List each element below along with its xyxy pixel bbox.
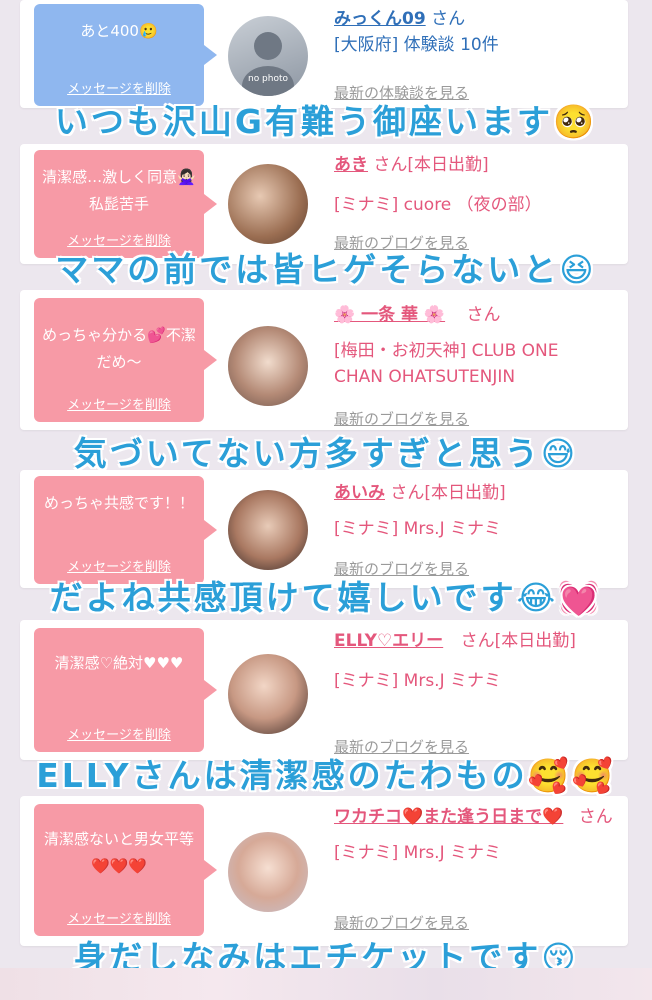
delete-message-link[interactable]: メッセージを削除 (34, 82, 204, 98)
delete-message-link[interactable]: メッセージを削除 (34, 728, 204, 744)
message-bubble: 清潔感ないと男女平等❤️❤️❤️ メッセージを削除 (34, 804, 217, 936)
shop-info: [ミナミ] Mrs.J ミナミ (334, 519, 502, 539)
profile-name-link[interactable]: 🌸 一条 華 🌸 (334, 305, 445, 325)
overlay-caption: だよね共感頂けて嬉しいです😂💓 (49, 578, 603, 617)
message-bubble: あと400🥲 メッセージを削除 (34, 4, 217, 106)
shop-info: [ミナミ] cuore （夜の部） (334, 195, 542, 215)
no-photo-label: no photo (247, 74, 289, 84)
letter-card: 清潔感ないと男女平等❤️❤️❤️ メッセージを削除 ワカチコ❤️また逢う日まで❤… (20, 796, 628, 946)
profile-name-link[interactable]: みっくん09 (334, 9, 426, 29)
profile-name-link[interactable]: あいみ (334, 483, 385, 503)
delete-message-link[interactable]: メッセージを削除 (34, 560, 204, 576)
message-text: めっちゃ分かる💕不潔だめ〜 (42, 326, 196, 371)
letter-card: 清潔感…激しく同意🙅🏻‍♀️私髭苦手 メッセージを削除 あき さん[本日出勤] … (20, 144, 628, 264)
message-bubble: めっちゃ分かる💕不潔だめ〜 メッセージを削除 (34, 298, 217, 422)
avatar[interactable]: no photo (228, 16, 308, 96)
message-text: 清潔感♡絶対♥♥♥ (54, 654, 184, 672)
shop-info-line2: CHAN OHATSUTENJIN (334, 367, 516, 387)
honorific: さん[本日出勤] (460, 631, 576, 651)
overlay-caption: いつも沢山G有難う御座います🥺 (54, 102, 598, 141)
overlay-caption: ママの前では皆ヒゲそらないと😆 (55, 250, 597, 289)
message-text: 清潔感ないと男女平等❤️❤️❤️ (43, 830, 194, 875)
latest-review-link[interactable]: 最新の体験談を見る (334, 82, 469, 103)
shop-info: [梅田・お初天神] CLUB ONE (334, 341, 559, 361)
message-bubble: 清潔感♡絶対♥♥♥ メッセージを削除 (34, 628, 217, 752)
message-text: めっちゃ共感です！！ (43, 494, 194, 512)
delete-message-link[interactable]: メッセージを削除 (34, 234, 204, 250)
shop-info: [ミナミ] Mrs.J ミナミ (334, 843, 502, 863)
honorific: さん (466, 305, 501, 325)
letter-card: めっちゃ共感です！！ メッセージを削除 あいみ さん[本日出勤] [ミナミ] M… (20, 470, 628, 588)
avatar[interactable] (228, 164, 308, 244)
profile-name-link[interactable]: ELLY♡エリー (334, 631, 443, 651)
delete-message-link[interactable]: メッセージを削除 (34, 398, 204, 414)
letter-card: あと400🥲 メッセージを削除 no photo みっくん09 さん [大阪府]… (20, 0, 628, 108)
profile-name-link[interactable]: あき (334, 155, 368, 175)
message-bubble: めっちゃ共感です！！ メッセージを削除 (34, 476, 217, 584)
overlay-caption: 気づいてない方多すぎと思う😅 (73, 434, 579, 473)
avatar[interactable] (228, 654, 308, 734)
avatar[interactable] (228, 326, 308, 406)
honorific: さん (578, 807, 613, 827)
avatar[interactable] (228, 832, 308, 912)
avatar[interactable] (228, 490, 308, 570)
honorific: さん (431, 9, 466, 29)
latest-blog-link[interactable]: 最新のブログを見る (334, 558, 469, 579)
user-silhouette-icon (242, 32, 294, 96)
latest-blog-link[interactable]: 最新のブログを見る (334, 912, 469, 933)
message-bubble: 清潔感…激しく同意🙅🏻‍♀️私髭苦手 メッセージを削除 (34, 150, 217, 258)
honorific: さん[本日出勤] (390, 483, 506, 503)
shop-info: [大阪府] 体験談 10件 (334, 35, 499, 55)
latest-blog-link[interactable]: 最新のブログを見る (334, 408, 469, 429)
overlay-caption: ELLYさんは清潔感のたわもの🥰🥰 (36, 756, 616, 795)
letter-card: めっちゃ分かる💕不潔だめ〜 メッセージを削除 🌸 一条 華 🌸 さん [梅田・お… (20, 290, 628, 430)
letter-card: 清潔感♡絶対♥♥♥ メッセージを削除 ELLY♡エリー さん[本日出勤] [ミナ… (20, 620, 628, 760)
latest-blog-link[interactable]: 最新のブログを見る (334, 736, 469, 757)
background-strip (0, 968, 652, 1000)
shop-info: [ミナミ] Mrs.J ミナミ (334, 671, 502, 691)
message-text: 清潔感…激しく同意🙅🏻‍♀️私髭苦手 (42, 168, 196, 213)
message-text: あと400🥲 (80, 22, 158, 40)
profile-name-link[interactable]: ワカチコ❤️また逢う日まで❤️ (334, 807, 563, 827)
honorific: さん[本日出勤] (373, 155, 489, 175)
delete-message-link[interactable]: メッセージを削除 (34, 912, 204, 928)
